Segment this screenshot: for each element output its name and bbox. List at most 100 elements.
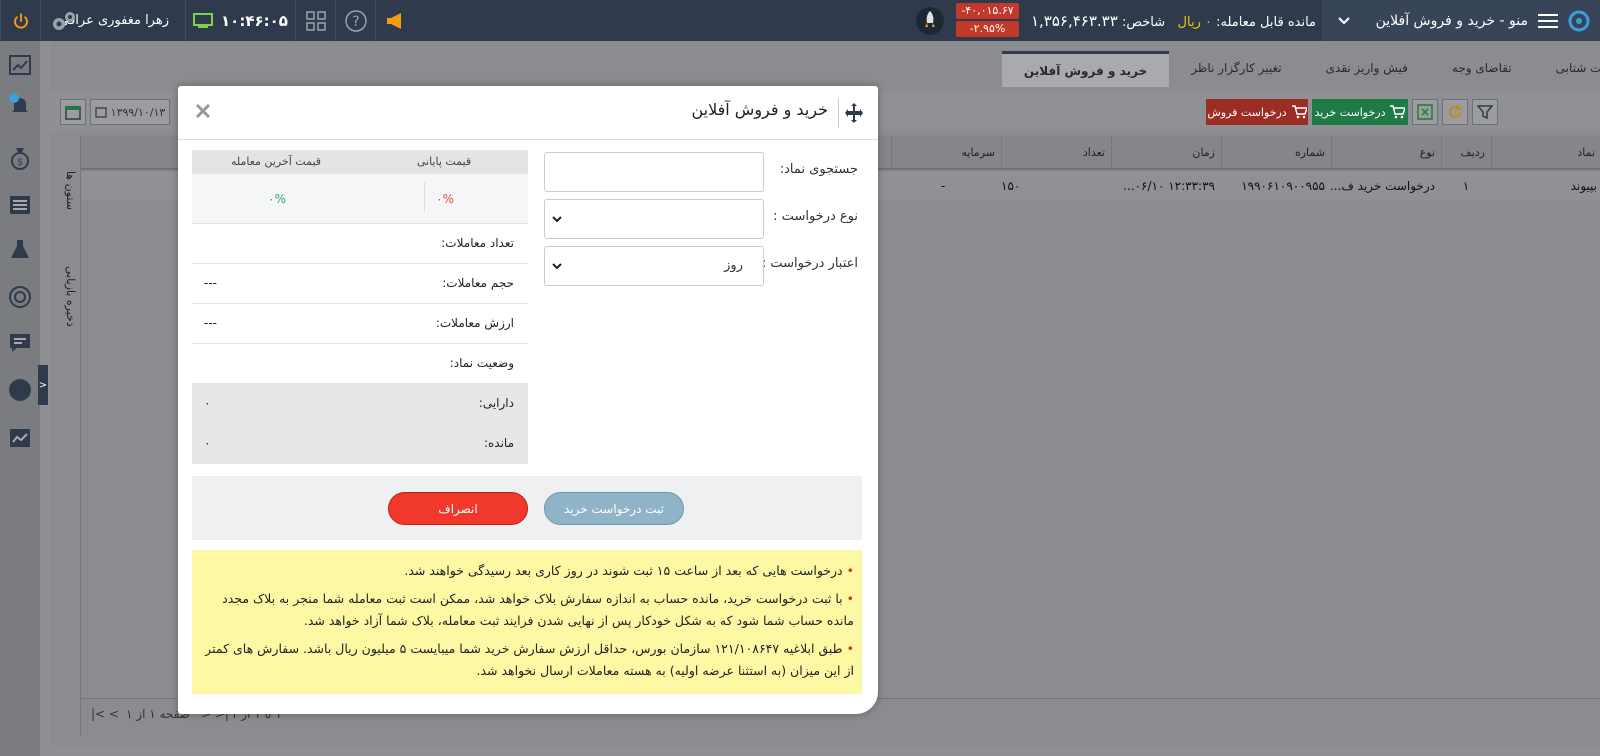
tab-change-broker[interactable]: تغییر کارگزار ناظر xyxy=(1169,51,1303,87)
codal-icon xyxy=(8,378,32,402)
column-number[interactable]: شماره xyxy=(1221,136,1331,170)
bullet: • xyxy=(846,591,854,606)
column-time[interactable]: زمان xyxy=(1111,136,1221,170)
money-bag-icon: $ xyxy=(10,146,30,170)
trade-value-value: --- xyxy=(204,316,217,330)
save-restore-label: ذخیره بازیابی xyxy=(64,266,77,327)
trade-value-label: ارزش معاملات: xyxy=(435,316,514,330)
move-handle[interactable] xyxy=(838,98,868,128)
trade-value-row: ارزش معاملات: --- xyxy=(192,304,528,344)
trade-volume-row: حجم معاملات: --- xyxy=(192,264,528,304)
validity-select[interactable]: روز xyxy=(544,246,764,286)
column-symbol[interactable]: نماد xyxy=(1491,136,1600,170)
message-icon xyxy=(9,332,31,354)
buy-request-button[interactable]: درخواست خرید xyxy=(1312,99,1408,125)
calendar-button[interactable] xyxy=(60,99,86,125)
index-label: شاخص: xyxy=(1117,14,1166,30)
sidebar-item-analysis[interactable] xyxy=(6,424,34,452)
sidebar-toggle[interactable]: > xyxy=(38,365,48,405)
list-icon xyxy=(9,195,31,215)
help-button[interactable]: ? xyxy=(335,0,375,41)
cell-type: درخواست خرید ف... xyxy=(1331,179,1435,193)
tab-instant-payment[interactable]: پرداخت شتابی xyxy=(1534,51,1600,87)
submit-buy-request-button[interactable]: ثبت درخواست خرید xyxy=(544,492,684,525)
tab-fund-request[interactable]: تقاضای وجه xyxy=(1430,51,1534,87)
svg-text:?: ? xyxy=(352,14,359,30)
excel-button[interactable] xyxy=(1412,99,1438,125)
cell-count: ۱۵۰ xyxy=(1001,179,1021,193)
dashboard-button[interactable] xyxy=(295,0,335,41)
close-icon xyxy=(194,102,212,120)
request-type-label: نوع درخواست : xyxy=(773,209,858,224)
column-type[interactable]: نوع xyxy=(1331,136,1441,170)
sidebar-item-codal[interactable] xyxy=(6,376,34,404)
buy-request-label: درخواست خرید xyxy=(1314,105,1386,119)
final-price-header: قیمت پایانی xyxy=(360,150,528,174)
symbol-search-label: جستجوی نماد: xyxy=(779,162,858,177)
validity-label: اعتبار درخواست : xyxy=(761,256,858,271)
trade-count-row: تعداد معاملات: xyxy=(192,224,528,264)
assets-value: ۰ xyxy=(204,396,211,410)
sidebar-item-messages[interactable] xyxy=(6,329,34,357)
cell-index: ۱ xyxy=(1462,179,1470,193)
action-bar: ثبت درخواست خرید انصراف xyxy=(192,476,862,540)
bullet: • xyxy=(846,563,854,578)
tab-bar: پرداخت شتابی تقاضای وجه فیش واریز نقدی ت… xyxy=(990,51,1600,87)
chevron-right-icon: > xyxy=(38,379,48,391)
column-capital[interactable]: سرمایه xyxy=(891,136,1001,170)
notice-text-1: درخواست هایی که بعد از ساعت ۱۵ ثبت شوند … xyxy=(404,563,843,578)
sidebar-item-notifications[interactable] xyxy=(6,91,34,119)
clock-area: ۱۰:۴۶:۰۵ xyxy=(185,0,295,41)
pagination-first-prev[interactable]: |< < xyxy=(91,707,119,721)
announcement-button[interactable] xyxy=(375,0,415,41)
symbol-search-input[interactable] xyxy=(544,152,764,192)
close-button[interactable] xyxy=(194,102,216,124)
trade-count-label: تعداد معاملات: xyxy=(441,236,514,250)
tab-offline-trade[interactable]: خرید و فروش آفلاین xyxy=(1001,51,1170,87)
left-sidebar: $ xyxy=(0,41,40,756)
sidebar-item-coins[interactable] xyxy=(6,283,34,311)
request-type-select[interactable] xyxy=(544,199,764,239)
notice-item: •طبق ابلاغیه ۱۲۱/۱۰۸۶۴۷ سازمان بورس، حدا… xyxy=(200,638,854,682)
column-count[interactable]: تعداد xyxy=(1001,136,1111,170)
date-input[interactable]: ۱۳۹۹/۱۰/۱۳ xyxy=(90,99,170,125)
gears-icon xyxy=(49,8,79,34)
rocket-button[interactable] xyxy=(908,0,952,41)
last-price-header: قیمت آخرین معامله xyxy=(192,150,360,174)
remaining-value: ۰ xyxy=(204,436,211,450)
cart-icon xyxy=(1389,105,1406,119)
final-price-percent: ۰% xyxy=(436,192,454,206)
cell-time: ۱۲:۳۳:۳۹ ۰۶/۱۰... xyxy=(1123,179,1215,193)
user-area[interactable]: زهرا مغفوری عراقی xyxy=(40,0,185,41)
price-percent-row: ۰% ۰% xyxy=(192,174,528,224)
power-button[interactable] xyxy=(0,0,40,41)
date-icon xyxy=(95,106,107,118)
index-change: -۴۰,۰۱۵.۶۷ xyxy=(956,3,1019,19)
market-summary: مانده قابل معامله: ۰ ریال شاخص: ۱,۳۵۶,۴۶… xyxy=(1022,0,1322,41)
chevron-down-icon xyxy=(551,261,563,271)
remaining-row: مانده: ۰ xyxy=(192,424,528,464)
columns-label: ستون ها xyxy=(64,171,77,210)
filter-button[interactable] xyxy=(1472,99,1498,125)
sidebar-item-flask[interactable] xyxy=(6,235,34,263)
sidebar-item-list[interactable] xyxy=(6,191,34,219)
refresh-button[interactable] xyxy=(1442,99,1468,125)
last-price-percent: ۰% xyxy=(268,192,286,206)
sell-request-button[interactable]: درخواست فروش xyxy=(1206,99,1308,125)
flask-icon xyxy=(9,238,31,260)
svg-text:$: $ xyxy=(17,157,23,168)
logo-icon xyxy=(1568,10,1590,32)
sidebar-item-money[interactable]: $ xyxy=(6,144,34,172)
power-icon xyxy=(12,12,30,30)
remaining-label: مانده: xyxy=(483,436,514,450)
divider xyxy=(424,182,425,212)
main-menu-button[interactable]: منو - خرید و فروش آفلاین xyxy=(1322,0,1600,41)
cancel-button[interactable]: انصراف xyxy=(388,492,528,525)
rocket-icon xyxy=(915,6,945,36)
cell-symbol: بپیوند xyxy=(1570,179,1597,193)
sidebar-item-chart[interactable] xyxy=(6,51,34,79)
save-restore-toggle[interactable]: ذخیره بازیابی xyxy=(61,266,77,327)
tab-cash-deposit[interactable]: فیش واریز نقدی xyxy=(1304,51,1430,87)
column-index[interactable]: ردیف xyxy=(1441,136,1491,170)
columns-toggle[interactable]: ستون ها xyxy=(61,171,77,210)
